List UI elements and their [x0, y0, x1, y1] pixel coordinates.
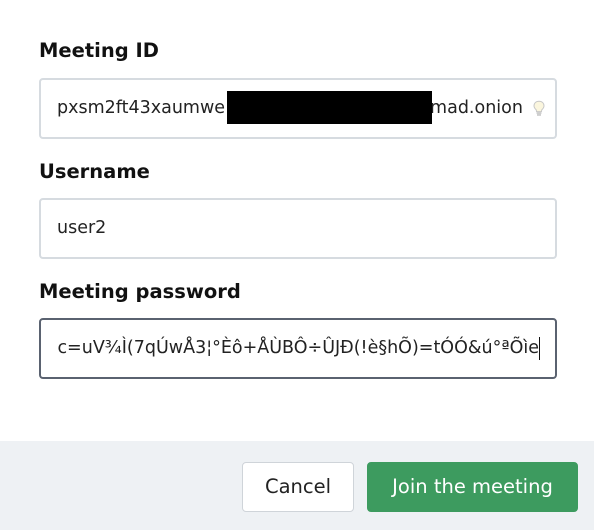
- lightbulb-icon[interactable]: [532, 100, 546, 117]
- text-caret: [539, 337, 540, 360]
- password-value: c=uV¾Ì(7qÚwÅ3¦°Èô+ÅÙBÔ÷ÛJÐ(!è§hÕ)=tÓÓ&ú°…: [57, 338, 539, 358]
- username-field[interactable]: user2: [39, 198, 557, 259]
- username-label: Username: [39, 160, 150, 183]
- dialog-footer: Cancel Join the meeting: [0, 441, 594, 530]
- password-viewport: c=uV¾Ì(7qÚwÅ3¦°Èô+ÅÙBÔ÷ÛJÐ(!è§hÕ)=tÓÓ&ú°…: [57, 320, 542, 377]
- meeting-id-value-suffix: mad.onion: [430, 98, 523, 118]
- password-field[interactable]: c=uV¾Ì(7qÚwÅ3¦°Èô+ÅÙBÔ÷ÛJÐ(!è§hÕ)=tÓÓ&ú°…: [39, 318, 557, 379]
- username-value: user2: [57, 218, 107, 238]
- redaction-bar: [227, 91, 432, 124]
- join-meeting-dialog: Meeting ID pxsm2ft43xaumwe mad.onion User…: [0, 0, 594, 530]
- join-meeting-button[interactable]: Join the meeting: [367, 462, 578, 512]
- meeting-id-label: Meeting ID: [39, 39, 159, 62]
- password-label: Meeting password: [39, 280, 241, 303]
- cancel-button[interactable]: Cancel: [242, 462, 354, 512]
- meeting-id-field[interactable]: pxsm2ft43xaumwe mad.onion: [39, 78, 557, 139]
- meeting-id-value-prefix: pxsm2ft43xaumwe: [57, 98, 226, 118]
